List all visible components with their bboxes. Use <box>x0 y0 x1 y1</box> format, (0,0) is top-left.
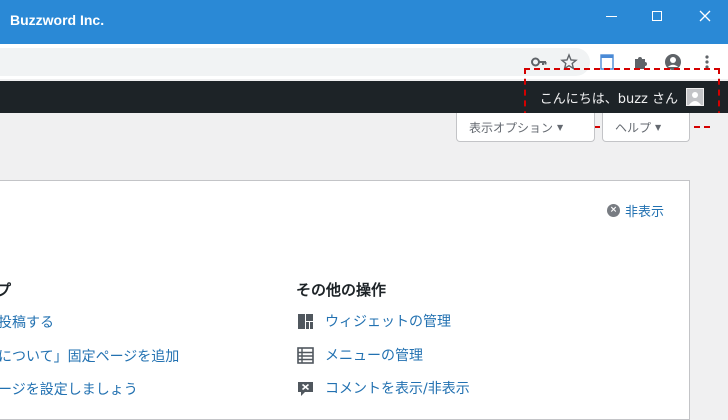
browser-title-bar: Buzzword Inc. <box>0 0 728 44</box>
write-post-link[interactable]: 投稿する <box>0 312 54 332</box>
window-title: Buzzword Inc. <box>10 12 105 28</box>
caret-down-icon: ▼ <box>557 122 564 132</box>
minimize-icon <box>605 15 617 17</box>
widgets-icon <box>296 312 314 330</box>
help-label: ヘルプ <box>615 120 652 135</box>
manage-menus-link[interactable]: メニューの管理 <box>296 345 423 365</box>
dismiss-label: 非表示 <box>625 205 665 220</box>
help-button[interactable]: ヘルプ ▼ <box>602 113 690 142</box>
maximize-icon <box>652 11 662 21</box>
dismiss-icon: × <box>607 204 620 217</box>
next-steps-heading: プ <box>0 281 12 299</box>
dismiss-welcome-link[interactable]: × 非表示 <box>607 201 664 220</box>
caret-down-icon: ▼ <box>655 122 662 132</box>
menu-icon <box>296 346 314 364</box>
toggle-comments-link[interactable]: コメントを表示/非表示 <box>296 378 470 398</box>
close-icon <box>699 10 711 22</box>
toggle-comments-label: コメントを表示/非表示 <box>325 381 470 397</box>
maximize-button[interactable] <box>636 0 678 32</box>
close-button[interactable] <box>684 0 726 32</box>
page-edge <box>712 113 728 400</box>
add-about-page-link[interactable]: について」固定ページを追加 <box>0 346 179 366</box>
minimize-button[interactable] <box>590 0 632 32</box>
screen-options-label: 表示オプション <box>469 120 554 135</box>
screen-options-button[interactable]: 表示オプション ▼ <box>456 113 595 142</box>
address-bar[interactable] <box>0 48 590 76</box>
set-homepage-link[interactable]: ージを設定しましょう <box>0 379 138 399</box>
more-actions-heading: その他の操作 <box>296 281 387 299</box>
manage-menus-label: メニューの管理 <box>325 348 423 364</box>
manage-widgets-link[interactable]: ウィジェットの管理 <box>296 311 451 331</box>
manage-widgets-label: ウィジェットの管理 <box>325 314 451 330</box>
comments-icon <box>296 379 314 397</box>
